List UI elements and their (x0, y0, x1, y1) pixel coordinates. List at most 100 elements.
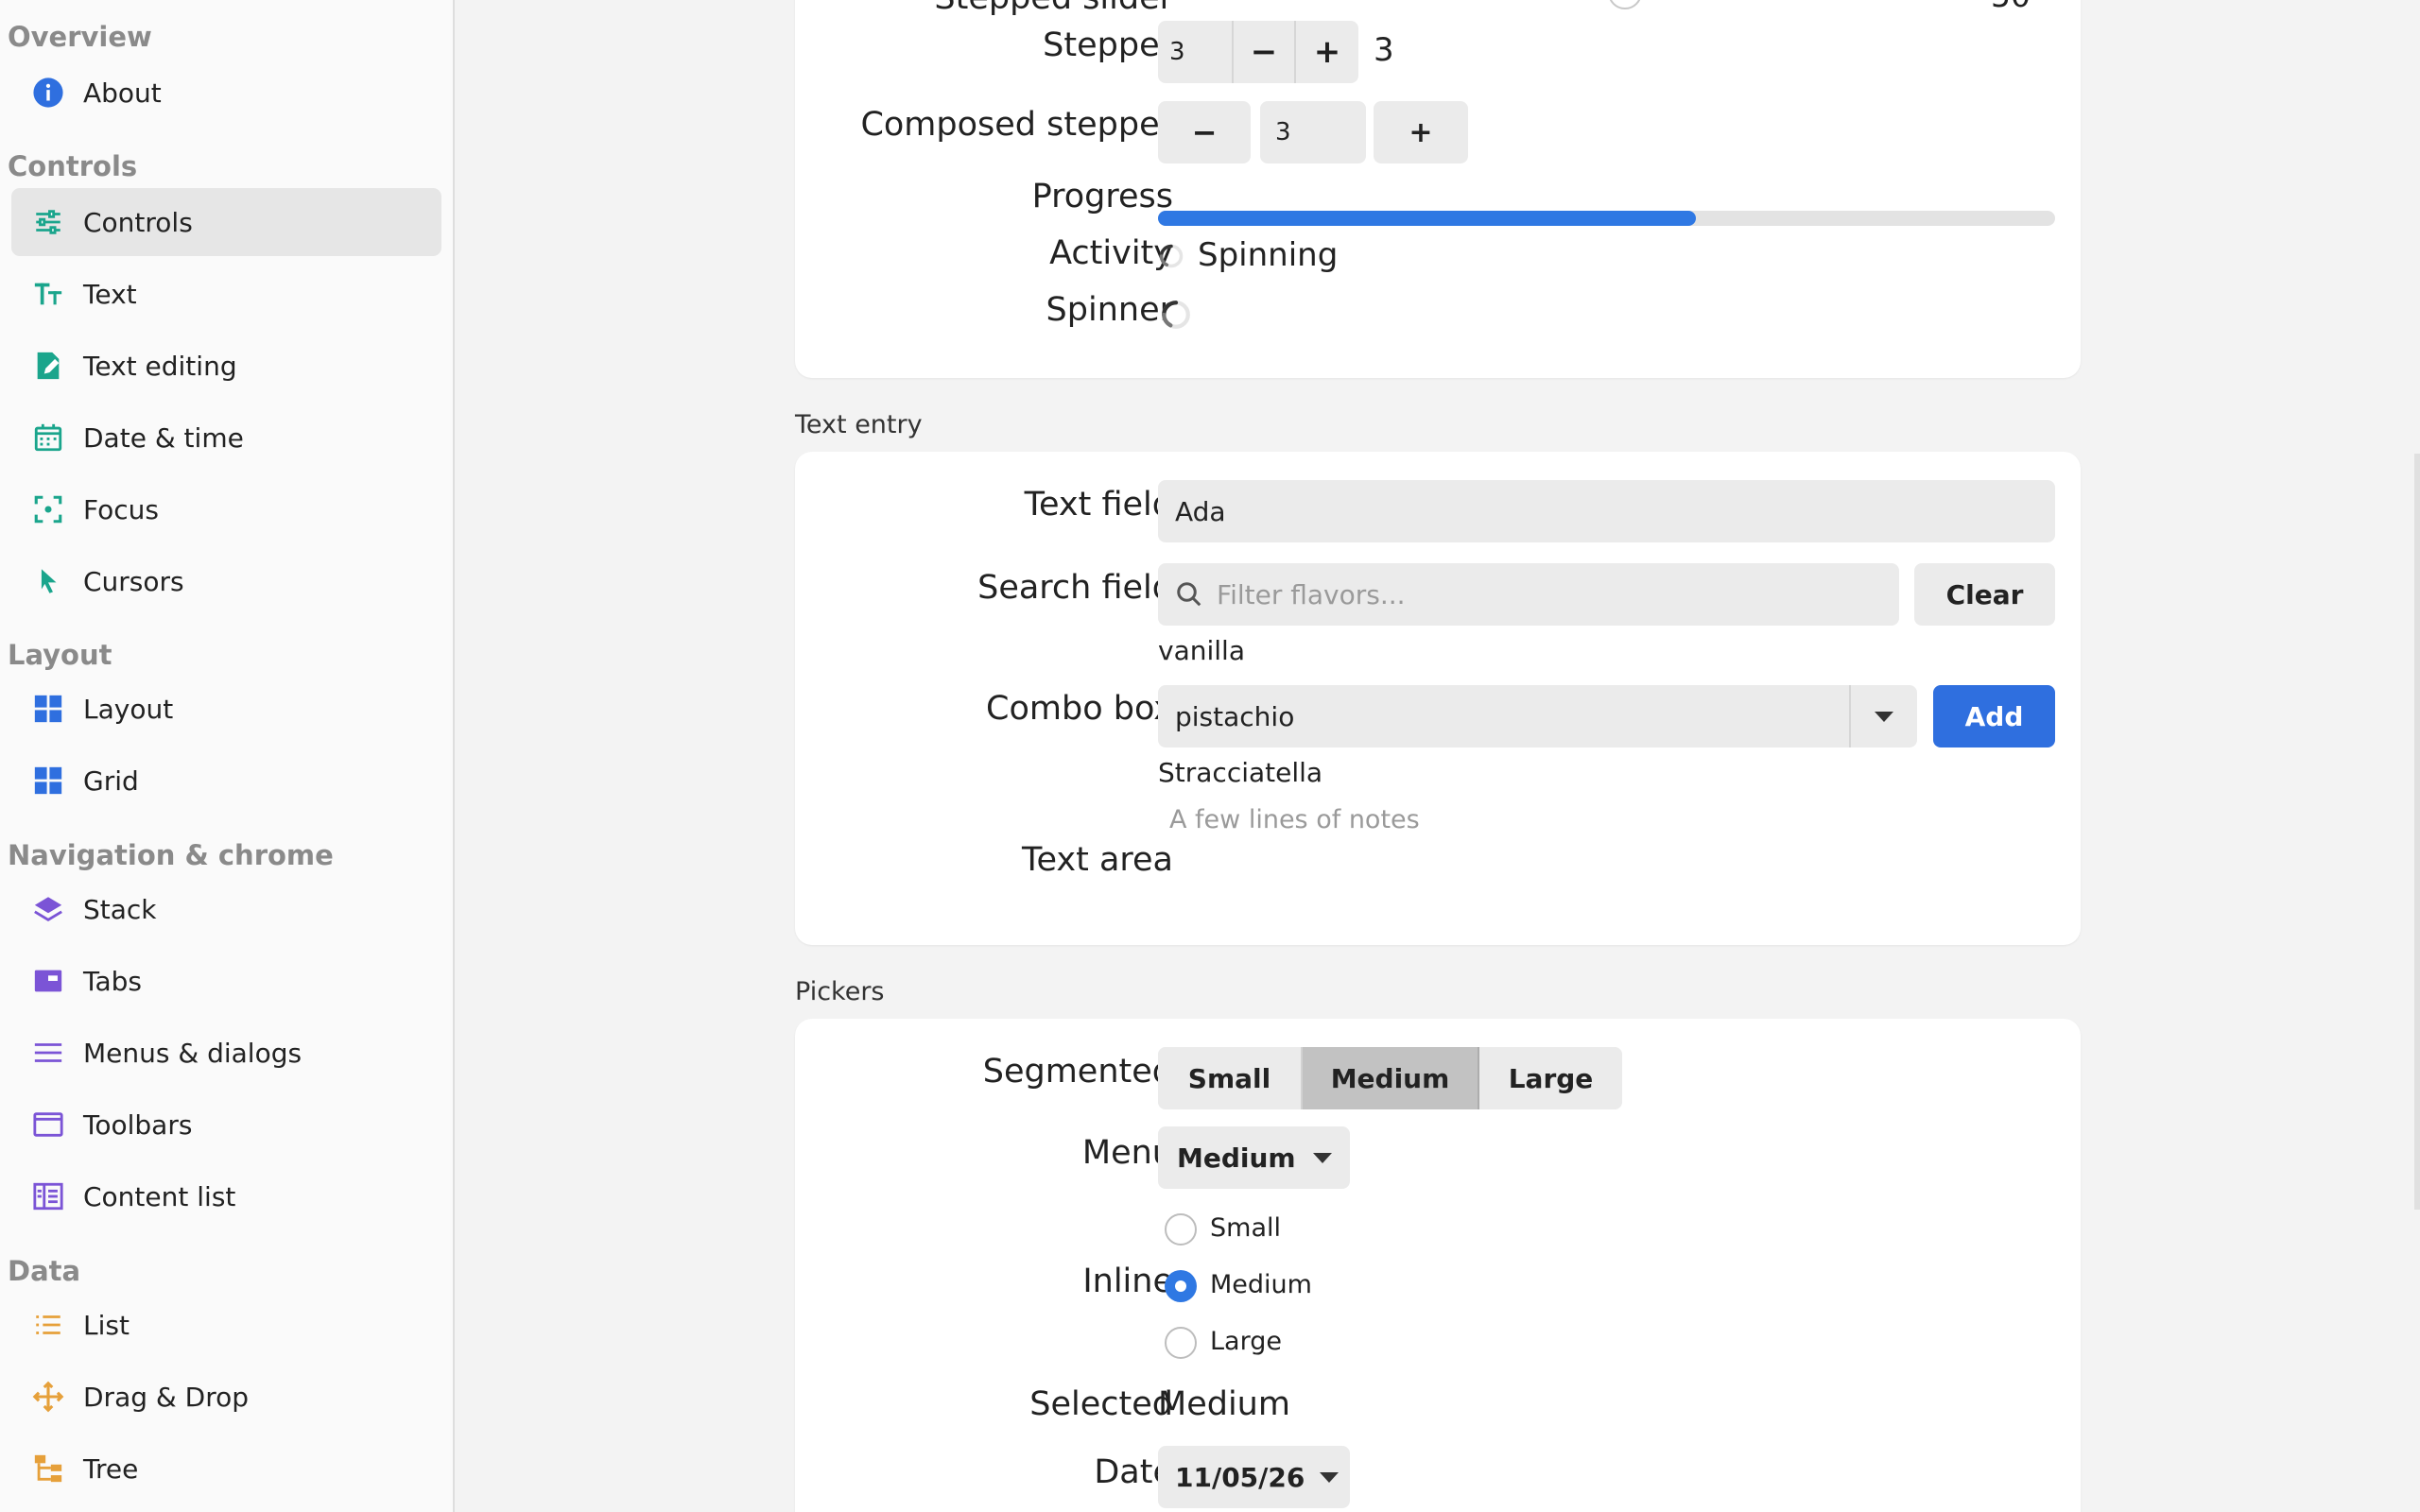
stepper-decrement-button[interactable]: − (1234, 21, 1296, 83)
text-field-label: Text field (1024, 486, 1173, 524)
segmented-control[interactable]: Small Medium Large (1158, 1047, 1622, 1109)
stepper-value[interactable]: 3 (1158, 21, 1234, 83)
sidebar-item-label: Text (83, 278, 137, 310)
menu-value: Medium (1177, 1142, 1296, 1174)
list-icon (32, 1309, 64, 1341)
sidebar-item-menus-dialogs[interactable]: Menus & dialogs (11, 1019, 441, 1087)
clear-button[interactable]: Clear (1914, 563, 2055, 626)
sidebar-item-date-time[interactable]: Date & time (11, 404, 441, 472)
sidebar-item-tree[interactable]: Tree (11, 1435, 441, 1503)
date-picker-button[interactable]: 11/05/26 (1158, 1446, 1350, 1508)
activity-label: Activity (1049, 234, 1173, 272)
sidebar-item-controls[interactable]: Controls (11, 188, 441, 256)
date-value: 11/05/26 (1175, 1461, 1305, 1493)
sidebar-item-label: Drag & Drop (83, 1381, 249, 1413)
add-button[interactable]: Add (1933, 685, 2055, 747)
stepped-slider-value: 50 (1991, 0, 2031, 14)
sidebar-item-grid[interactable]: Grid (11, 747, 441, 815)
sliders-icon (32, 206, 64, 238)
segment-small[interactable]: Small (1158, 1047, 1303, 1109)
chevron-down-icon (1320, 1471, 1340, 1483)
sidebar-item-label: Menus & dialogs (83, 1037, 302, 1069)
controls-card: Stepped slider 50 Stepper 3 − + 3 Compos… (795, 0, 2081, 378)
menu-lines-icon (32, 1037, 64, 1069)
search-field[interactable]: Filter flavors... (1158, 563, 1899, 626)
sidebar-item-label: About (83, 77, 162, 109)
sidebar-item-list[interactable]: List (11, 1291, 441, 1359)
main-content: Stepped slider 50 Stepper 3 − + 3 Compos… (455, 0, 2420, 1512)
text-field-input[interactable]: Ada (1158, 480, 2055, 542)
pickers-group-title: Pickers (795, 977, 885, 1006)
combo-box-dropdown-button[interactable] (1849, 685, 1917, 747)
date-label: Date (1094, 1453, 1173, 1491)
stepper-label: Stepper (1043, 26, 1173, 64)
sidebar-item-drag-drop[interactable]: Drag & Drop (11, 1363, 441, 1431)
edit-document-icon (32, 350, 64, 382)
sidebar-section-data: Data (8, 1255, 81, 1287)
sidebar-item-label: Date & time (83, 421, 244, 454)
inline-option-small[interactable] (1165, 1213, 1202, 1251)
tabs-icon (32, 965, 64, 997)
chevron-down-icon (1312, 1152, 1332, 1163)
sidebar: Overview About Controls Controls Text Te… (0, 0, 455, 1512)
sidebar-item-stack[interactable]: Stack (11, 875, 441, 943)
sidebar-item-label: Tree (83, 1452, 139, 1485)
sidebar-section-overview: Overview (8, 21, 152, 53)
inline-option-large[interactable] (1165, 1327, 1202, 1365)
spinner-icon (1162, 301, 1190, 329)
spinner-label: Spinner (1046, 291, 1173, 329)
inline-option-medium-label: Medium (1210, 1270, 1312, 1299)
sidebar-item-tabs[interactable]: Tabs (11, 947, 441, 1015)
sidebar-item-text-editing[interactable]: Text editing (11, 332, 441, 400)
sidebar-item-cursors[interactable]: Cursors (11, 547, 441, 615)
sidebar-item-focus[interactable]: Focus (11, 475, 441, 543)
composed-stepper-label: Composed stepper (860, 106, 1173, 144)
sidebar-item-label: Content list (83, 1180, 236, 1212)
segmented-label: Segmented (982, 1053, 1173, 1091)
text-area[interactable]: A few lines of notes (1158, 803, 2055, 922)
composed-increment-button[interactable]: + (1374, 101, 1468, 163)
scrollbar[interactable] (2414, 454, 2420, 1210)
radio-large[interactable] (1165, 1327, 1197, 1359)
sidebar-item-text[interactable]: Text (11, 260, 441, 328)
slider-thumb[interactable] (1608, 0, 1642, 9)
cursor-icon (32, 565, 64, 597)
sidebar-item-label: Focus (83, 493, 159, 525)
progress-bar (1158, 211, 2055, 226)
stepper-increment-button[interactable]: + (1296, 21, 1358, 83)
sidebar-item-label: Tabs (83, 965, 142, 997)
stepper[interactable]: 3 − + (1158, 21, 1358, 83)
radio-medium[interactable] (1165, 1270, 1197, 1302)
text-entry-group-title: Text entry (795, 410, 923, 439)
menu-button[interactable]: Medium (1158, 1126, 1350, 1189)
sidebar-item-toolbars[interactable]: Toolbars (11, 1091, 441, 1159)
sidebar-item-about[interactable]: About (11, 59, 441, 127)
selected-label: Selected (1029, 1385, 1173, 1423)
inline-option-large-label: Large (1210, 1327, 1282, 1356)
sidebar-item-label: Cursors (83, 565, 184, 597)
sidebar-item-label: Controls (83, 206, 193, 238)
search-icon (1177, 582, 1201, 607)
text-entry-card: Text field Ada Search field Filter flavo… (795, 452, 2081, 945)
inline-label: Inline (1082, 1263, 1173, 1300)
stepper-readout: 3 (1374, 31, 1394, 69)
inline-option-small-label: Small (1210, 1213, 1281, 1243)
inline-option-medium[interactable] (1165, 1270, 1202, 1308)
sidebar-item-label: Stack (83, 893, 157, 925)
stepped-slider-label: Stepped slider (795, 0, 1173, 17)
grid-icon (32, 765, 64, 797)
combo-result-text: Stracciatella (1158, 757, 1323, 788)
sidebar-item-content-list[interactable]: Content list (11, 1162, 441, 1230)
sidebar-item-layout[interactable]: Layout (11, 675, 441, 743)
composed-stepper-value[interactable]: 3 (1260, 101, 1366, 163)
menu-label: Menu (1081, 1134, 1173, 1172)
text-size-icon (32, 278, 64, 310)
composed-decrement-button[interactable]: − (1158, 101, 1251, 163)
radio-small[interactable] (1165, 1213, 1197, 1246)
combo-box[interactable]: pistachio (1158, 685, 1917, 747)
segment-medium[interactable]: Medium (1303, 1047, 1479, 1109)
progress-fill (1158, 211, 1696, 226)
segment-large[interactable]: Large (1479, 1047, 1622, 1109)
sidebar-section-layout: Layout (8, 639, 112, 671)
content-list-icon (32, 1180, 64, 1212)
